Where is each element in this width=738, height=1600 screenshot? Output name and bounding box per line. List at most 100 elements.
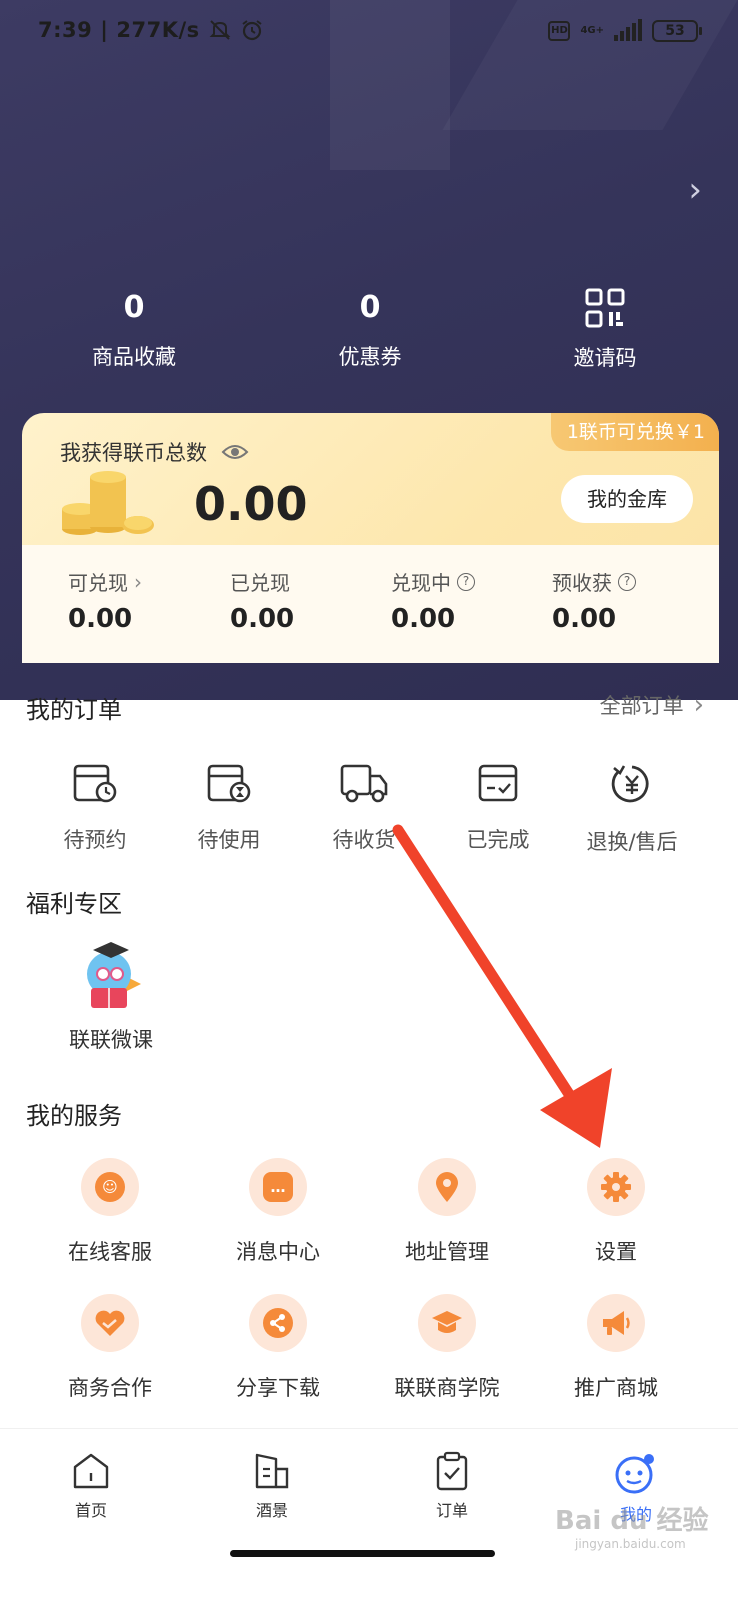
service-label: 设置 [595,1240,637,1264]
service-business-school[interactable]: 联联商学院 [377,1294,517,1402]
box-check-icon [478,764,518,802]
service-promotion-mall[interactable]: 推广商城 [546,1294,686,1402]
home-indicator[interactable] [230,1550,495,1557]
coin-col-value: 0.00 [391,604,456,634]
service-label: 消息中心 [236,1240,320,1264]
service-label: 分享下载 [236,1376,320,1400]
order-label: 退换/售后 [586,830,678,854]
qr-code-icon [585,288,625,328]
tab-orders[interactable]: 订单 [402,1451,502,1521]
customer-service-icon: ☺ [95,1172,125,1202]
service-label: 在线客服 [68,1240,152,1264]
service-label: 商务合作 [68,1376,152,1400]
share-icon [263,1308,293,1338]
welfare-title: 福利专区 [26,890,122,918]
service-online-support[interactable]: ☺ 在线客服 [40,1158,180,1266]
stat-coupons[interactable]: 0 优惠券 [270,285,470,371]
hd-icon: HD [548,21,571,41]
stat-label: 邀请码 [573,346,637,370]
all-orders-label: 全部订单 [599,694,684,718]
coin-col-label: 可兑现 [68,571,128,595]
all-orders-link[interactable]: 全部订单 › [600,690,704,720]
service-label: 地址管理 [405,1240,489,1264]
order-completed[interactable]: 已完成 [438,762,558,854]
chevron-right-icon: › [693,690,704,720]
mute-icon [209,20,231,40]
order-pending-booking[interactable]: 待预约 [35,762,155,854]
stat-favorites[interactable]: 0 商品收藏 [34,285,234,371]
service-settings[interactable]: 设置 [546,1158,686,1266]
tab-label: 酒景 [255,1501,288,1520]
gear-icon [601,1172,631,1202]
service-label: 联联商学院 [394,1376,500,1400]
stat-label: 优惠券 [338,345,402,369]
status-bar: 7:39 | 277K/s HD 4G+ 53 [0,0,738,66]
eye-icon[interactable] [221,442,249,462]
service-message-center[interactable]: … 消息中心 [208,1158,348,1266]
services-title: 我的服务 [26,1102,122,1130]
exchange-rate-badge: 1联币可兑换￥1 [550,413,719,451]
order-label: 待预约 [63,828,127,852]
battery-icon: 53 [652,20,702,42]
stat-label: 商品收藏 [92,345,176,369]
coin-card-title: 我获得联币总数 [60,441,207,465]
order-clipboard-icon [436,1451,468,1491]
coin-col-expected: 预收获? 0.00 [552,567,712,634]
micro-course-icon [87,942,141,1008]
service-address-management[interactable]: 地址管理 [377,1158,517,1266]
calendar-clock-icon [73,764,117,803]
coin-col-value: 0.00 [68,604,133,634]
status-speed: 277K/s [116,18,200,42]
coin-breakdown: 可兑现 › 0.00 已兑现 0.00 兑现中? 0.00 预收获? 0.00 [22,545,719,663]
order-label: 已完成 [466,828,530,852]
help-icon[interactable]: ? [618,572,636,591]
orders-title: 我的订单 [26,696,122,724]
status-time: 7:39 [38,18,93,42]
help-icon[interactable]: ? [457,572,475,591]
chevron-right-icon: › [134,569,142,594]
coin-col-value: 0.00 [230,604,295,634]
profile-chevron-icon[interactable]: › [688,170,702,210]
stats-row: 0 商品收藏 0 优惠券 邀请码 [0,285,738,385]
coin-col-label: 已兑现 [230,571,290,595]
status-divider: | [100,18,109,42]
coin-col-redeemable[interactable]: 可兑现 › 0.00 [68,567,228,635]
stat-value: 0 [123,290,145,325]
handshake-icon [95,1310,125,1336]
baidu-watermark: Bai du 经验 jingyan.baidu.com [555,1500,709,1551]
tab-hotel-scenic[interactable]: 酒景 [222,1451,322,1521]
signal-icon [614,19,642,41]
tab-label: 订单 [435,1501,468,1520]
truck-icon [340,764,388,803]
stat-invite-code[interactable]: 邀请码 [505,285,705,372]
coin-col-label: 预收获 [552,571,612,595]
order-after-sales[interactable]: 退换/售后 [572,762,692,856]
ticket-hourglass-icon [207,764,251,803]
alarm-icon [242,20,262,41]
message-icon: … [263,1172,293,1202]
tab-label: 首页 [74,1501,107,1520]
profile-face-icon [615,1454,654,1494]
refund-icon [611,765,649,803]
order-label: 待使用 [197,828,261,852]
coin-total-amount: 0.00 [194,477,308,531]
megaphone-icon [603,1311,630,1335]
stat-value: 0 [359,290,381,325]
graduation-cap-icon [432,1311,462,1333]
service-share-download[interactable]: 分享下载 [208,1294,348,1402]
welfare-item-micro-course[interactable]: 联联微课 [56,940,166,1054]
location-pin-icon [436,1172,458,1202]
coin-col-redeemed: 已兑现 0.00 [230,567,390,634]
my-vault-button[interactable]: 我的金库 [561,475,693,523]
coin-col-label: 兑现中 [391,571,451,595]
home-icon [73,1453,109,1489]
service-label: 推广商城 [574,1376,658,1400]
watermark-sub: jingyan.baidu.com [575,1537,686,1551]
coin-card: 1联币可兑换￥1 我获得联币总数 0.00 我的金库 可兑现 › 0.00 已兑现… [22,413,719,663]
network-type: 4G+ [580,25,604,36]
order-to-use[interactable]: 待使用 [169,762,289,854]
service-business-cooperation[interactable]: 商务合作 [40,1294,180,1402]
order-to-receive[interactable]: 待收货 [304,762,424,854]
welfare-label: 联联微课 [69,1028,153,1052]
tab-home[interactable]: 首页 [41,1451,141,1521]
